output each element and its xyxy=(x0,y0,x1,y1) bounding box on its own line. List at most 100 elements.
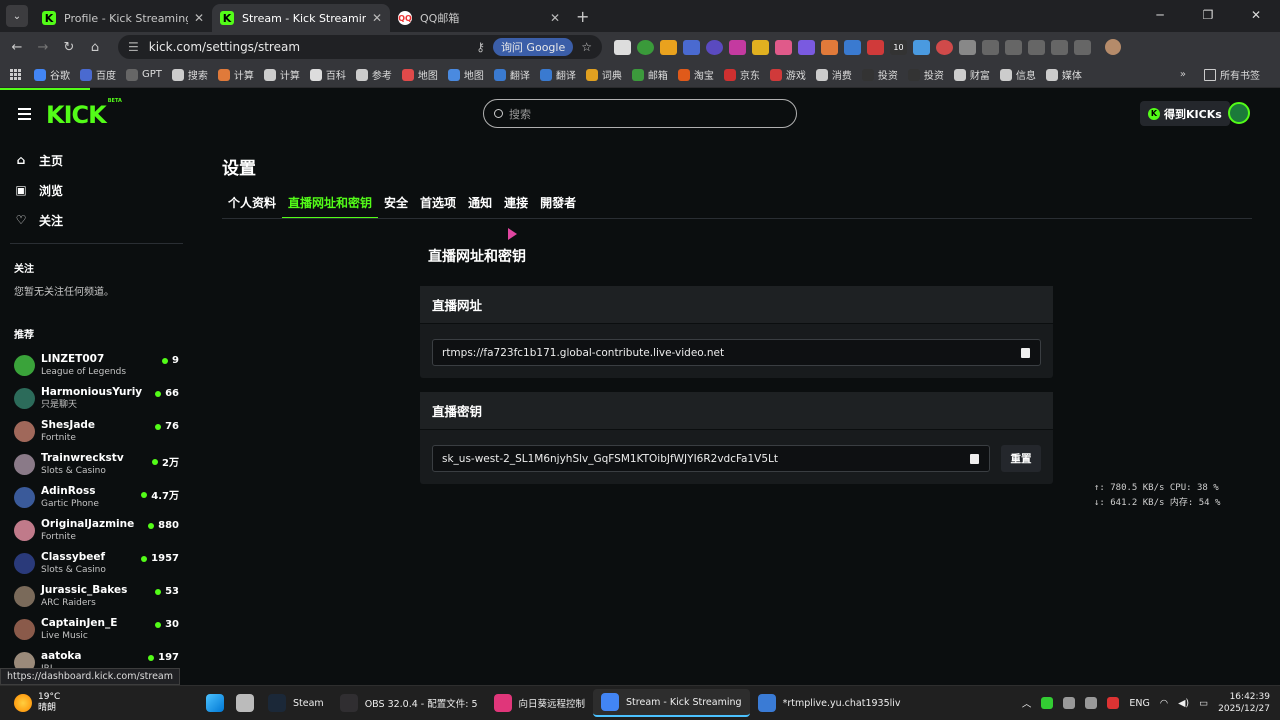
tray-app-icon[interactable] xyxy=(1063,697,1076,709)
input-language[interactable]: ENG xyxy=(1129,698,1149,709)
settings-tab[interactable]: 通知 xyxy=(462,191,498,219)
settings-tab[interactable]: 个人资料 xyxy=(222,191,282,219)
settings-tab[interactable]: 開發者 xyxy=(534,191,582,219)
bookmark-item[interactable]: 翻译 xyxy=(493,67,530,82)
bookmark-item[interactable]: 消费 xyxy=(815,67,852,82)
extension-icon[interactable] xyxy=(729,39,746,55)
get-kicks-button[interactable]: K 得到KICKs xyxy=(1140,101,1230,126)
bookmark-item[interactable]: 媒体 xyxy=(1045,67,1082,82)
bookmark-item[interactable]: 投资 xyxy=(907,67,944,82)
settings-tab[interactable]: 直播网址和密钥 xyxy=(282,191,379,219)
extension-icon[interactable] xyxy=(706,39,723,55)
sidebar-nav-item[interactable]: ♡ 关注 xyxy=(14,205,195,235)
taskbar-app[interactable]: Stream - Kick Streaming xyxy=(593,689,750,717)
bookmark-item[interactable]: 翻译 xyxy=(539,67,576,82)
new-tab-icon[interactable]: + xyxy=(576,7,589,26)
reset-key-button[interactable]: 重置 xyxy=(1001,445,1041,472)
channel-item[interactable]: Classybeef Slots & Casino 1957 xyxy=(14,547,179,580)
copy-icon[interactable] xyxy=(970,454,979,464)
forward-icon[interactable]: → xyxy=(30,40,56,55)
cast-icon[interactable] xyxy=(1074,39,1091,55)
settings-tab[interactable]: 安全 xyxy=(378,191,414,219)
search-input[interactable]: 搜索 xyxy=(483,99,797,128)
profile-avatar-icon[interactable] xyxy=(1105,39,1121,55)
bookmark-item[interactable]: 搜索 xyxy=(171,67,208,82)
settings-tab[interactable]: 連接 xyxy=(498,191,534,219)
bookmark-item[interactable]: 投资 xyxy=(861,67,898,82)
bookmark-item[interactable]: 信息 xyxy=(999,67,1036,82)
clock[interactable]: 16:42:39 2025/12/27 xyxy=(1218,691,1270,715)
channel-item[interactable]: CaptainJen_E Live Music 30 xyxy=(14,613,179,646)
bookmark-item[interactable]: 淘宝 xyxy=(677,67,714,82)
url-text[interactable]: kick.com/settings/stream xyxy=(149,40,476,54)
bookmark-item[interactable]: 京东 xyxy=(723,67,760,82)
settings-tab[interactable]: 首选项 xyxy=(414,191,462,219)
weather-widget[interactable]: 19°C 晴朗 xyxy=(0,692,200,714)
bookmark-item[interactable]: 百科 xyxy=(309,67,346,82)
extension-icon[interactable] xyxy=(913,39,930,55)
apps-grid-icon[interactable] xyxy=(10,68,22,81)
bookmark-item[interactable]: 百度 xyxy=(80,67,116,82)
channel-item[interactable]: ShesJade Fortnite 76 xyxy=(14,415,179,448)
task-view-button[interactable] xyxy=(230,689,260,717)
start-button[interactable] xyxy=(200,689,230,717)
stream-url-field[interactable]: rtmps://fa723fc1b171.global-contribute.l… xyxy=(432,339,1041,366)
wechat-tray-icon[interactable] xyxy=(1041,697,1054,709)
taskbar-app[interactable]: 向日葵远程控制 xyxy=(486,689,594,717)
bookmark-item[interactable]: GPT xyxy=(126,68,162,81)
all-bookmarks-folder[interactable]: 所有书签 xyxy=(1204,67,1260,82)
sidebar-panel-icon[interactable] xyxy=(982,39,999,55)
more-bookmarks-icon[interactable]: » xyxy=(1180,69,1186,80)
bookmark-star-icon[interactable]: ☆ xyxy=(581,40,592,54)
bookmark-item[interactable]: 地图 xyxy=(401,67,438,82)
copy-icon[interactable] xyxy=(1021,348,1030,358)
tray-chevron-icon[interactable]: ︿ xyxy=(1022,696,1032,710)
extension-badge-icon[interactable]: 10 xyxy=(890,39,907,55)
extension-icon[interactable] xyxy=(660,39,677,55)
browser-tab-stream[interactable]: K Stream - Kick Streaming ✕ xyxy=(212,4,390,32)
address-bar[interactable]: ☰ kick.com/settings/stream ⚷ 询问 Google ☆ xyxy=(118,35,602,59)
close-window-icon[interactable]: ✕ xyxy=(1232,0,1280,30)
bookmark-item[interactable]: 谷歌 xyxy=(34,67,70,82)
channel-item[interactable]: AdinRoss Gartic Phone 4.7万 xyxy=(14,481,179,514)
bookmark-item[interactable]: 财富 xyxy=(953,67,990,82)
tray-app-icon[interactable] xyxy=(1107,697,1120,709)
maximize-icon[interactable]: ❐ xyxy=(1184,0,1232,30)
back-icon[interactable]: ← xyxy=(4,40,30,55)
apps-icon[interactable] xyxy=(1051,39,1068,55)
channel-item[interactable]: Trainwreckstv Slots & Casino 2万 xyxy=(14,448,179,481)
taskbar-app[interactable]: *rtmplive.yu.chat1935liv xyxy=(750,689,909,717)
battery-icon[interactable]: ▭ xyxy=(1199,698,1208,709)
bookmark-item[interactable]: 计算 xyxy=(263,67,300,82)
bookmark-item[interactable]: 地图 xyxy=(447,67,484,82)
ask-google-button[interactable]: 询问 Google xyxy=(492,38,574,56)
browser-tab-qqmail[interactable]: QQ QQ邮箱 ✕ xyxy=(390,4,568,32)
close-icon[interactable]: ✕ xyxy=(372,11,382,25)
extension-icon[interactable] xyxy=(614,39,631,55)
close-icon[interactable]: ✕ xyxy=(194,11,204,25)
taskbar-app[interactable]: OBS 32.0.4 - 配置文件: 5 xyxy=(332,689,486,717)
extension-icon[interactable] xyxy=(637,39,654,55)
extension-icon[interactable] xyxy=(683,39,700,55)
extension-icon[interactable] xyxy=(844,39,861,55)
site-info-icon[interactable]: ☰ xyxy=(128,40,139,54)
extensions-puzzle-icon[interactable] xyxy=(959,39,976,55)
extension-icon[interactable] xyxy=(936,39,953,55)
channel-item[interactable]: OriginalJazmine Fortnite 880 xyxy=(14,514,179,547)
tab-search-icon[interactable]: ⌄ xyxy=(6,5,28,27)
star-icon[interactable] xyxy=(1028,39,1045,55)
bookmark-item[interactable]: 计算 xyxy=(217,67,254,82)
extension-icon[interactable] xyxy=(775,39,792,55)
channel-item[interactable]: LINZET007 League of Legends 9 xyxy=(14,349,179,382)
tray-app-icon[interactable] xyxy=(1085,697,1098,709)
wifi-icon[interactable]: ◠ xyxy=(1160,698,1168,709)
extension-icon[interactable] xyxy=(798,39,815,55)
bookmark-item[interactable]: 游戏 xyxy=(769,67,806,82)
home-icon[interactable]: ⌂ xyxy=(82,40,108,55)
stream-key-field[interactable]: sk_us-west-2_SL1M6njyhSlv_GqFSM1KTOibJfW… xyxy=(432,445,990,472)
bookmark-item[interactable]: 词典 xyxy=(585,67,622,82)
channel-item[interactable]: Jurassic_Bakes ARC Raiders 53 xyxy=(14,580,179,613)
reload-icon[interactable]: ↻ xyxy=(56,40,82,55)
extension-icon[interactable] xyxy=(752,39,769,55)
taskbar-app[interactable]: Steam xyxy=(260,689,332,717)
